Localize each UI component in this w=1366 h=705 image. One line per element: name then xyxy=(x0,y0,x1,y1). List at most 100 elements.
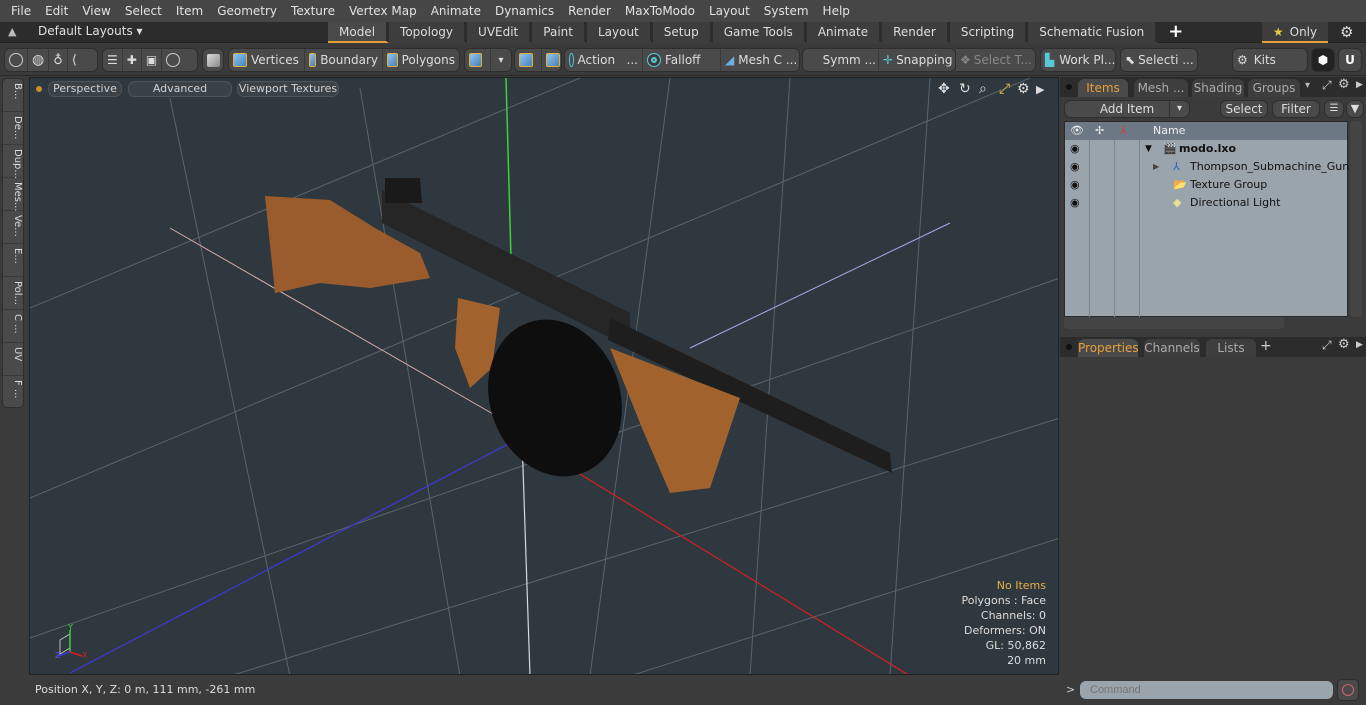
menu-select[interactable]: Select xyxy=(118,0,169,22)
align-button[interactable]: ☰ xyxy=(103,49,123,71)
viewport-textures-button[interactable]: Viewport Textures xyxy=(237,81,339,97)
expand-panel-icon[interactable]: ⤢ xyxy=(1322,78,1332,93)
menu-edit[interactable]: Edit xyxy=(38,0,75,22)
tab-mesh[interactable]: Mesh ... xyxy=(1134,79,1188,97)
maximize-view-icon[interactable]: ⤢ xyxy=(999,81,1010,97)
record-macro-button[interactable] xyxy=(1337,679,1359,701)
tab-uvedit[interactable]: UVEdit xyxy=(467,22,533,43)
left-tab-fusion[interactable]: F ... xyxy=(3,376,23,409)
panel-menu-arrow-icon[interactable]: ▶ xyxy=(1356,80,1363,90)
tab-paint[interactable]: Paint xyxy=(532,22,587,43)
menu-dynamics[interactable]: Dynamics xyxy=(488,0,561,22)
vertices-button[interactable]: Vertices xyxy=(229,49,305,71)
item-list-vscrollbar[interactable] xyxy=(1350,121,1362,317)
list-item[interactable]: ◉ ▼ 🎬 modo.lxo xyxy=(1065,140,1347,158)
tab-lists[interactable]: Lists xyxy=(1206,339,1256,357)
left-tab-uv[interactable]: UV xyxy=(3,343,23,376)
menu-render[interactable]: Render xyxy=(561,0,618,22)
panel-menu-arrow-icon[interactable]: ▶ xyxy=(1356,340,1363,350)
circle-select-button[interactable] xyxy=(5,49,28,71)
select-through-button[interactable]: ❖ Select T... xyxy=(956,48,1036,72)
add-tab-button[interactable]: + xyxy=(1158,22,1193,43)
item-list-hscrollbar[interactable] xyxy=(1064,317,1284,329)
list-item[interactable]: ◉ ▶ ⅄ Thompson_Submachine_Gun xyxy=(1065,158,1349,176)
name-column-header[interactable]: Name xyxy=(1153,122,1185,140)
menu-system[interactable]: System xyxy=(757,0,816,22)
visibility-eye-icon[interactable]: ◉ xyxy=(1070,194,1080,212)
list-options-icon[interactable]: ☰ xyxy=(1324,100,1344,118)
tab-schematic-fusion[interactable]: Schematic Fusion xyxy=(1028,22,1159,43)
menu-geometry[interactable]: Geometry xyxy=(210,0,284,22)
viewport-gear-icon[interactable]: ⚙ xyxy=(1017,81,1030,97)
tab-setup[interactable]: Setup xyxy=(652,22,713,43)
move-view-icon[interactable]: ✥ xyxy=(938,81,950,97)
frame-button[interactable]: ▣ xyxy=(142,49,163,71)
add-item-button[interactable]: Add Item ▾ xyxy=(1064,100,1190,118)
advanced-button[interactable]: Advanced xyxy=(128,81,232,97)
tab-render[interactable]: Render xyxy=(882,22,950,43)
tab-properties[interactable]: Properties xyxy=(1078,339,1139,357)
panel-gear-icon[interactable]: ⚙ xyxy=(1338,77,1350,92)
gear-icon[interactable]: ⚙ xyxy=(1340,23,1353,41)
tab-shading[interactable]: Shading xyxy=(1192,79,1244,97)
visibility-eye-icon[interactable]: ◉ xyxy=(1070,158,1080,176)
visibility-header-icon[interactable]: 👁 xyxy=(1070,122,1084,140)
panel-options-dot[interactable] xyxy=(1066,84,1072,90)
axes-header-icon[interactable]: ⅄ xyxy=(1120,122,1127,140)
material-mode-button[interactable] xyxy=(465,49,491,71)
falloff-button[interactable]: Falloff xyxy=(643,49,721,71)
symmetry-button[interactable]: Symm ... xyxy=(803,49,879,71)
menu-item[interactable]: Item xyxy=(169,0,210,22)
tab-channels[interactable]: Channels xyxy=(1144,339,1200,357)
dial-button[interactable] xyxy=(162,49,184,71)
cross-button[interactable]: ✚ xyxy=(123,49,142,71)
only-button[interactable]: ★ Only xyxy=(1262,22,1328,43)
left-tab-curve[interactable]: C ... xyxy=(3,310,23,343)
material-dropdown[interactable]: ▾ xyxy=(491,49,511,71)
tab-topology[interactable]: Topology xyxy=(389,22,468,43)
left-tab-vertex[interactable]: Ve... xyxy=(3,211,23,244)
menu-view[interactable]: View xyxy=(75,0,117,22)
tab-layout[interactable]: Layout xyxy=(586,22,653,43)
expand-panel-icon[interactable]: ⤢ xyxy=(1322,338,1332,353)
tab-groups[interactable]: Groups xyxy=(1248,79,1300,97)
center-button[interactable] xyxy=(542,49,561,71)
left-tab-basic[interactable]: B... xyxy=(3,79,23,112)
pen-button[interactable]: ♁ xyxy=(49,49,68,71)
action-button[interactable]: Action ... xyxy=(565,49,643,71)
visibility-eye-icon[interactable]: ◉ xyxy=(1070,176,1080,194)
mesh-constraint-button[interactable]: ◢ Mesh C ... xyxy=(721,49,799,71)
list-item[interactable]: ◉ 📂 Texture Group xyxy=(1065,176,1347,194)
snapping-button[interactable]: ✛ Snapping xyxy=(879,49,955,71)
perspective-button[interactable]: Perspective xyxy=(48,81,122,97)
panel-options-dot[interactable] xyxy=(1066,344,1072,350)
menu-texture[interactable]: Texture xyxy=(284,0,342,22)
rotate-view-icon[interactable]: ↻ xyxy=(959,81,971,97)
visibility-eye-icon[interactable]: ◉ xyxy=(1070,140,1080,158)
boundary-button[interactable]: Boundary xyxy=(305,49,383,71)
tab-game-tools[interactable]: Game Tools xyxy=(712,22,807,43)
menu-layout[interactable]: Layout xyxy=(702,0,757,22)
left-tab-edge[interactable]: E... xyxy=(3,244,23,277)
left-tab-deform[interactable]: De... xyxy=(3,112,23,145)
left-tab-duplicate[interactable]: Dup... xyxy=(3,145,23,179)
tab-animate[interactable]: Animate xyxy=(806,22,883,43)
add-tab-button[interactable]: + xyxy=(1260,338,1272,354)
list-item[interactable]: ◉ ◆ Directional Light xyxy=(1065,194,1347,212)
menu-maxtomodo[interactable]: MaxToModo xyxy=(618,0,702,22)
funnel-filter-icon[interactable]: ▼ xyxy=(1346,100,1364,118)
collapse-up-icon[interactable]: ▲ xyxy=(8,25,16,38)
menu-help[interactable]: Help xyxy=(816,0,857,22)
3d-viewport[interactable]: Perspective Advanced Viewport Textures ✥… xyxy=(29,77,1059,675)
filter-button[interactable]: Filter xyxy=(1272,100,1320,118)
work-plane-button[interactable]: ▙ Work Pl... xyxy=(1040,48,1116,72)
unity-button[interactable]: ⬢ xyxy=(1311,48,1335,72)
path-button[interactable]: ⟨ xyxy=(68,49,81,71)
menu-vertex-map[interactable]: Vertex Map xyxy=(342,0,424,22)
left-tab-mesh-edit[interactable]: Mes... xyxy=(3,178,23,212)
selection-sets-button[interactable]: ⬉ Selecti ... xyxy=(1120,48,1198,72)
unreal-button[interactable]: U xyxy=(1338,48,1362,72)
collapse-triangle-icon[interactable]: ▼ xyxy=(1145,140,1152,158)
viewport-menu-arrow-icon[interactable]: ▶ xyxy=(1036,83,1044,96)
tab-model[interactable]: Model xyxy=(328,22,390,43)
